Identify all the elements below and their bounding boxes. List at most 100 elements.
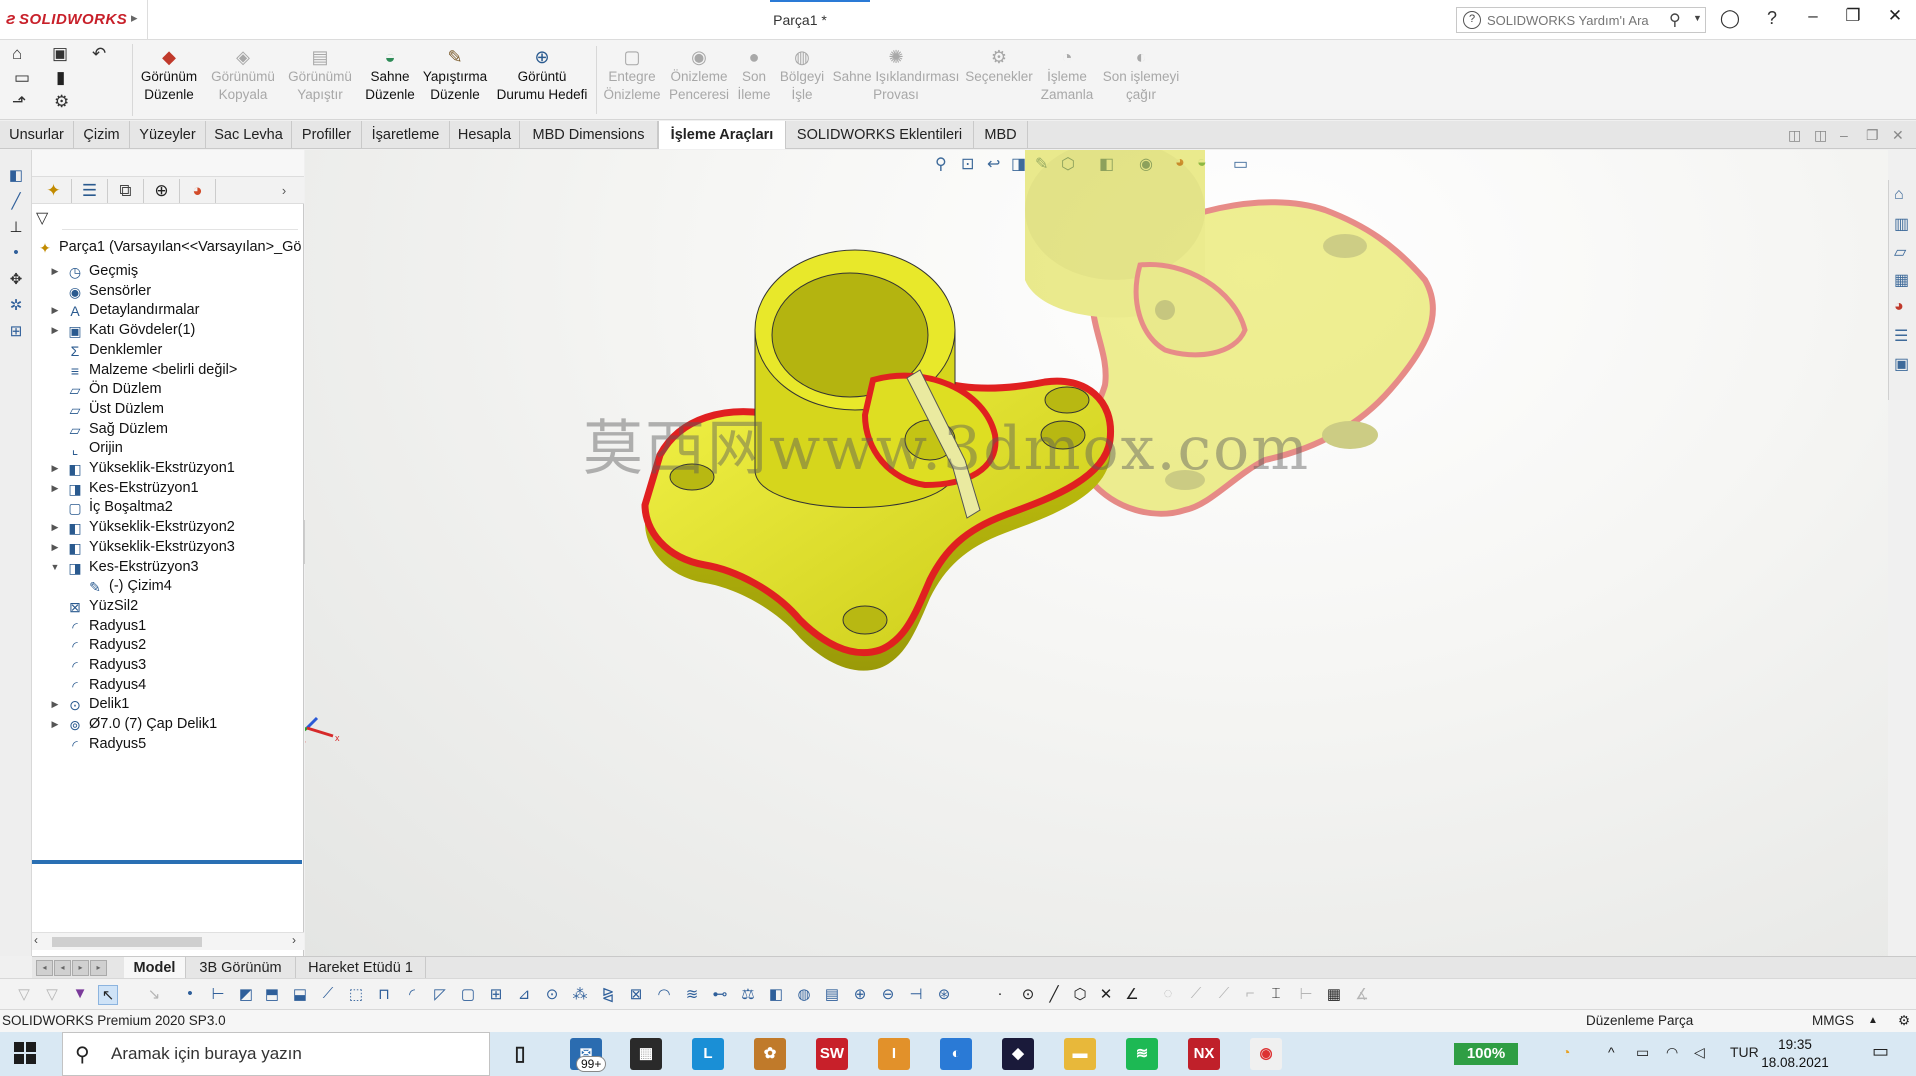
tree-item[interactable]: ◜ Radyus2 [66,634,146,656]
units-selector[interactable]: MMGS [1812,1010,1854,1032]
expand-icon[interactable]: ▶ [48,477,62,499]
wrap-tool-icon[interactable]: ⊠ [626,985,646,1003]
tree-item[interactable]: ▶ ◧ Yükseklik-Ekstrüzyon1 [52,457,235,479]
point-icon[interactable]: • [6,244,26,261]
chamfer-tool-icon[interactable]: ◸ [430,985,450,1003]
tab-profiller[interactable]: Profiller [292,121,362,149]
custom-properties-icon[interactable]: ☰ [1894,326,1908,346]
hole-tool-icon[interactable]: ⊙ [542,985,562,1003]
rollback-bar[interactable] [32,860,302,864]
volume-icon[interactable]: ◁ [1694,1044,1705,1061]
close-button[interactable]: ✕ [1878,6,1912,26]
draft-analysis-icon[interactable]: ⊕ [850,985,870,1003]
move-icon[interactable]: ✥ [6,270,26,288]
grid-icon[interactable]: ▦ [1324,985,1344,1003]
dimxpert-tab-icon[interactable]: ⊕ [144,179,180,203]
measure-tool-icon[interactable]: ⊷ [710,985,730,1003]
design-library-icon[interactable]: ▥ [1894,214,1909,234]
weather-icon[interactable]: ◔ [1562,1044,1570,1060]
help-icon[interactable]: ? [1758,8,1786,29]
tab-cizim[interactable]: Çizim [74,121,130,149]
doc-restore-icon[interactable]: ❐ [1866,127,1879,144]
tree-item[interactable]: ▼ ◨ Kes-Ekstrüzyon3 [51,556,199,578]
app-dark-icon[interactable]: ◆ [1002,1038,1034,1070]
search-icon[interactable]: ⚲ [1669,10,1681,30]
tree-item[interactable]: ▱ Sağ Düzlem [66,418,168,440]
display-manager-tab-icon[interactable]: ◕ [180,179,216,203]
tree-item[interactable]: ▶ ◧ Yükseklik-Ekstrüzyon3 [52,536,235,558]
battery-icon[interactable]: ▭ [1636,1044,1649,1061]
tree-item[interactable]: ▶ ◨ Kes-Ekstrüzyon1 [52,477,199,499]
tab-hesapla[interactable]: Hesapla [450,121,520,149]
next-tab-icon[interactable]: ▸ [72,960,89,976]
minimize-button[interactable]: – [1796,6,1830,26]
expand-icon[interactable]: ▶ [48,319,62,341]
final-render-button[interactable]: ● Son İleme [736,46,772,104]
help-search[interactable]: ? ⚲ ▼ [1456,7,1706,33]
options-gear-icon[interactable]: ⚙ [54,92,69,112]
tab-yuzeyler[interactable]: Yüzeyler [130,121,206,149]
point-tool-icon[interactable]: • [180,985,200,1002]
tree-item[interactable]: ▱ Üst Düzlem [66,398,164,420]
tree-item[interactable]: ◉ Sensörler [66,280,151,302]
wifi-icon[interactable]: ◠ [1666,1044,1678,1061]
tree-item[interactable]: ▱ Ön Düzlem [66,378,162,400]
graphics-area[interactable]: ⚲ ⊡ ↩ ◨ ✎ ⬡ ◧ ◉ ◕ ◒ ▭ [305,150,1888,956]
tree-root[interactable]: ✦ Parça1 (Varsayılan<<Varsayılan>_Gö [36,236,301,258]
section-tool-icon[interactable]: ◧ [766,985,786,1003]
part-model-view[interactable] [305,150,1888,956]
angle-dim-icon[interactable]: ∡ [1352,985,1372,1003]
task-view-icon[interactable]: ▯ [504,1038,536,1070]
collapse-icon[interactable]: ▼ [48,556,62,578]
menu-expand-icon[interactable]: ▸ [131,10,138,26]
property-manager-tab-icon[interactable]: ☰ [72,179,108,203]
expand-icon[interactable]: ▶ [48,516,62,538]
display-state-target-button[interactable]: ⊕ Görüntü Durumu Hedefi [494,46,590,104]
scroll-thumb[interactable] [52,937,202,947]
tab-mbd[interactable]: MBD [974,121,1028,149]
scroll-left-icon[interactable]: ‹ [34,933,38,947]
expand-icon[interactable]: ▶ [48,260,62,282]
filter-icon[interactable]: ▽ [14,985,34,1003]
last-tab-icon[interactable]: ▸ [90,960,107,976]
game-app-icon[interactable]: ✿ [754,1038,786,1070]
app-i-icon[interactable]: I [878,1038,910,1070]
filter-faces-icon[interactable]: ▼ [70,985,90,1002]
flex-tool-icon[interactable]: ≋ [682,985,702,1003]
resources-home-icon[interactable]: ⌂ [1894,186,1904,204]
plane-tool-icon[interactable]: ◩ [236,985,256,1003]
tab-isaretleme[interactable]: İşaretleme [362,121,450,149]
sweep-tool-icon[interactable]: ⟋ [318,985,338,1002]
restore-button[interactable]: ❐ [1836,6,1870,26]
configuration-manager-tab-icon[interactable]: ⧉ [108,179,144,203]
shell-tool-icon[interactable]: ▢ [458,985,478,1003]
chrome-app-icon[interactable]: ◉ [1250,1038,1282,1070]
smart-dim-icon[interactable]: ⌶ [1266,985,1286,1002]
tree-item[interactable]: ◜ Radyus5 [66,733,146,755]
app-swirl-icon[interactable]: ◐ [940,1038,972,1070]
integrated-preview-button[interactable]: ▢ Entegre Önizleme [600,46,664,104]
tab-unsurlar[interactable]: Unsurlar [0,121,74,149]
dome-tool-icon[interactable]: ◠ [654,985,674,1003]
help-search-input[interactable] [1487,11,1657,29]
expand-icon[interactable]: ▶ [48,693,62,715]
tab-solidworks-eklentileri[interactable]: SOLIDWORKS Eklentileri [786,121,974,149]
smart-dimension-icon[interactable]: ◧ [6,166,26,184]
draft-tool-icon[interactable]: ⊿ [514,985,534,1003]
sketch-line-icon[interactable]: ╱ [6,192,26,210]
filter-icon[interactable]: ▽ [36,208,48,228]
undercut-icon[interactable]: ⊖ [878,985,898,1003]
select-icon[interactable]: ⬏ [12,92,26,112]
clock[interactable]: 19:35 18.08.2021 [1756,1036,1834,1072]
user-account-icon[interactable]: ◯ [1716,8,1744,29]
tree-item[interactable]: ⊠ YüzSil2 [66,595,138,617]
revolve-tool-icon[interactable]: ⬓ [290,985,310,1003]
cut-tool-icon[interactable]: ⊓ [374,985,394,1003]
binoculars-icon[interactable]: ⊞ [6,322,26,340]
select-other-icon[interactable]: ↘ [144,985,164,1003]
tile-vertical-icon[interactable]: ◫ [1814,127,1827,144]
solidworks-app-icon[interactable]: SW [816,1038,848,1070]
sketch-point-icon[interactable]: · [990,985,1010,1002]
polygon-icon[interactable]: ⬡ [1070,985,1090,1003]
appearances-icon[interactable]: ◕ [1894,298,1904,316]
